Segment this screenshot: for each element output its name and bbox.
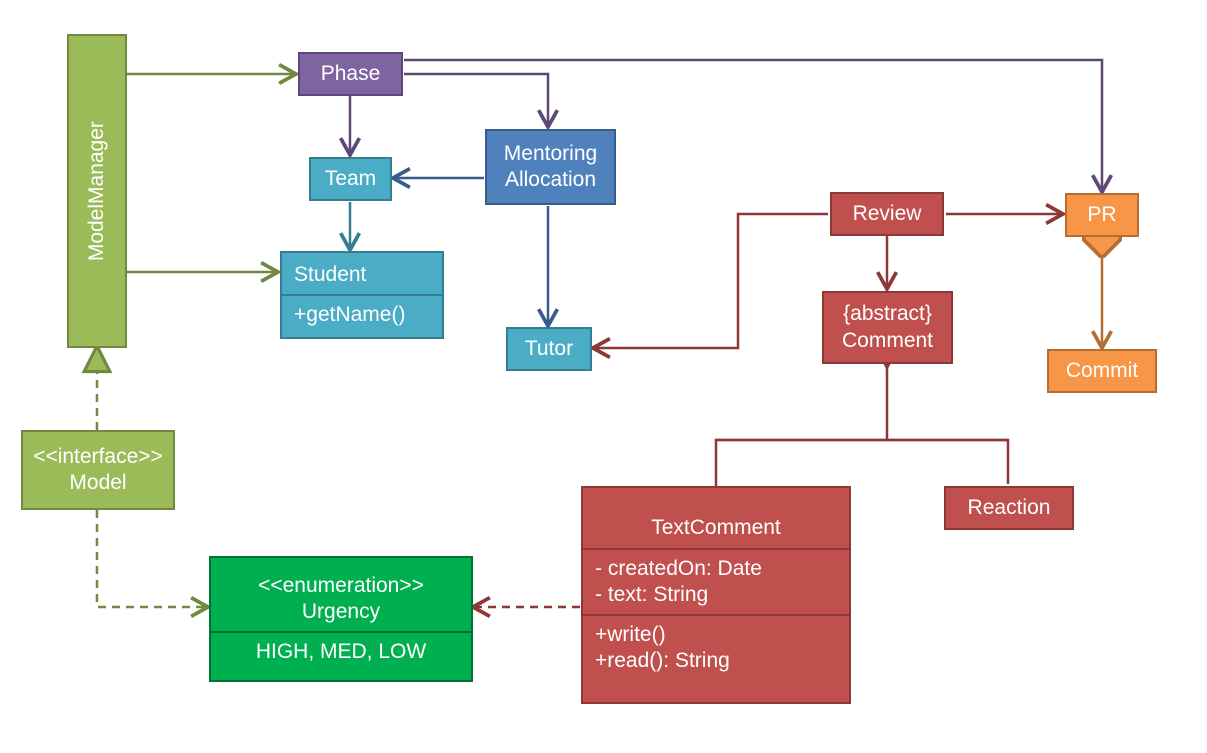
- class-student: Student +getName(): [280, 251, 444, 339]
- urgency-stereo: <<enumeration>>: [223, 573, 459, 599]
- class-commit: Commit: [1047, 349, 1157, 393]
- class-mentoringallocation: Mentoring Allocation: [485, 129, 616, 205]
- modelmanager-label: ModelManager: [84, 121, 110, 261]
- mentoring-l2: Allocation: [505, 167, 596, 193]
- review-label: Review: [853, 201, 922, 227]
- edge-phase-mentoring: [404, 74, 548, 127]
- commit-label: Commit: [1066, 358, 1138, 384]
- textcomment-attrs: - createdOn: Date - text: String: [583, 548, 849, 615]
- textcomment-ops: +write() +read(): String: [583, 614, 849, 681]
- reaction-label: Reaction: [968, 495, 1051, 521]
- class-reaction: Reaction: [944, 486, 1074, 530]
- class-review: Review: [830, 192, 944, 236]
- class-tutor: Tutor: [506, 327, 592, 371]
- textcomment-name: TextComment: [583, 509, 849, 547]
- student-name: Student: [282, 256, 442, 294]
- comment-l2: Comment: [842, 328, 933, 354]
- model-name: Model: [31, 470, 165, 496]
- class-team: Team: [309, 157, 392, 201]
- edge-review-tutor: [593, 214, 828, 348]
- enum-urgency: <<enumeration>> Urgency HIGH, MED, LOW: [209, 556, 473, 682]
- edge-model-urgency: [97, 510, 208, 607]
- class-comment: {abstract} Comment: [822, 291, 953, 364]
- comment-l1: {abstract}: [843, 301, 932, 327]
- student-method: +getName(): [282, 294, 442, 334]
- phase-label: Phase: [321, 61, 381, 87]
- class-phase: Phase: [298, 52, 403, 96]
- tutor-label: Tutor: [525, 336, 573, 362]
- mentoring-l1: Mentoring: [504, 141, 597, 167]
- urgency-values: HIGH, MED, LOW: [211, 631, 471, 671]
- team-label: Team: [325, 166, 376, 192]
- class-pr: PR: [1065, 193, 1139, 237]
- pr-label: PR: [1087, 202, 1116, 228]
- class-model: <<interface>> Model: [21, 430, 175, 510]
- model-stereo: <<interface>>: [31, 444, 165, 470]
- class-modelmanager: ModelManager: [67, 34, 127, 348]
- edge-gen-branch: [716, 440, 1008, 486]
- class-textcomment: TextComment - createdOn: Date - text: St…: [581, 486, 851, 704]
- urgency-name: Urgency: [223, 599, 459, 625]
